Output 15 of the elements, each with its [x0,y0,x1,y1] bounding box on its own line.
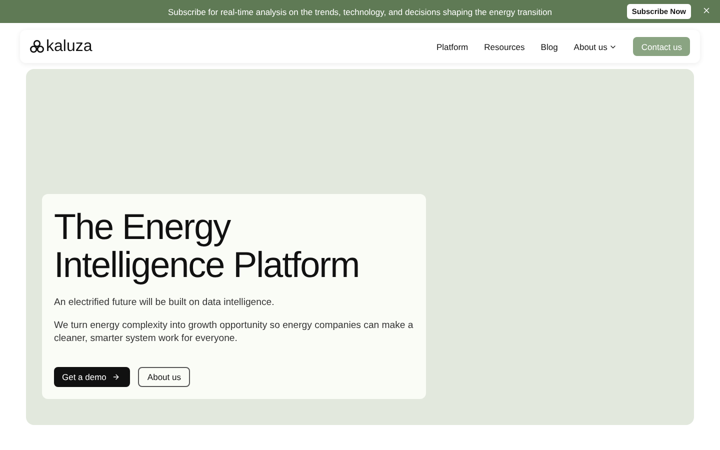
nav-link[interactable]: Resources [484,42,525,52]
nav-link[interactable]: Platform [436,42,468,52]
nav-link[interactable]: Blog [540,42,558,52]
banner-text: Subscribe for real-time analysis on the trends, technology, and decisions shaping the energy transition [168,6,552,16]
hero-paragraph: We turn energy complexity into growth opportunity so energy companies can make a cleaner, smarter system work for everyone. [54,319,414,345]
logo-text: kaluza [46,38,92,56]
hero-title: The Energy Intelligence Platform [54,208,360,284]
close-icon [702,6,711,15]
logo-icon [30,40,44,53]
close-button[interactable] [702,6,711,15]
arrow-icon [112,373,120,381]
nav-link[interactable]: About us [574,42,618,52]
about-button[interactable]: About us [138,367,190,387]
hero-paragraph: An electrified future will be built on data intelligence. [54,296,276,309]
demo-button[interactable]: Get a demo [54,367,130,387]
